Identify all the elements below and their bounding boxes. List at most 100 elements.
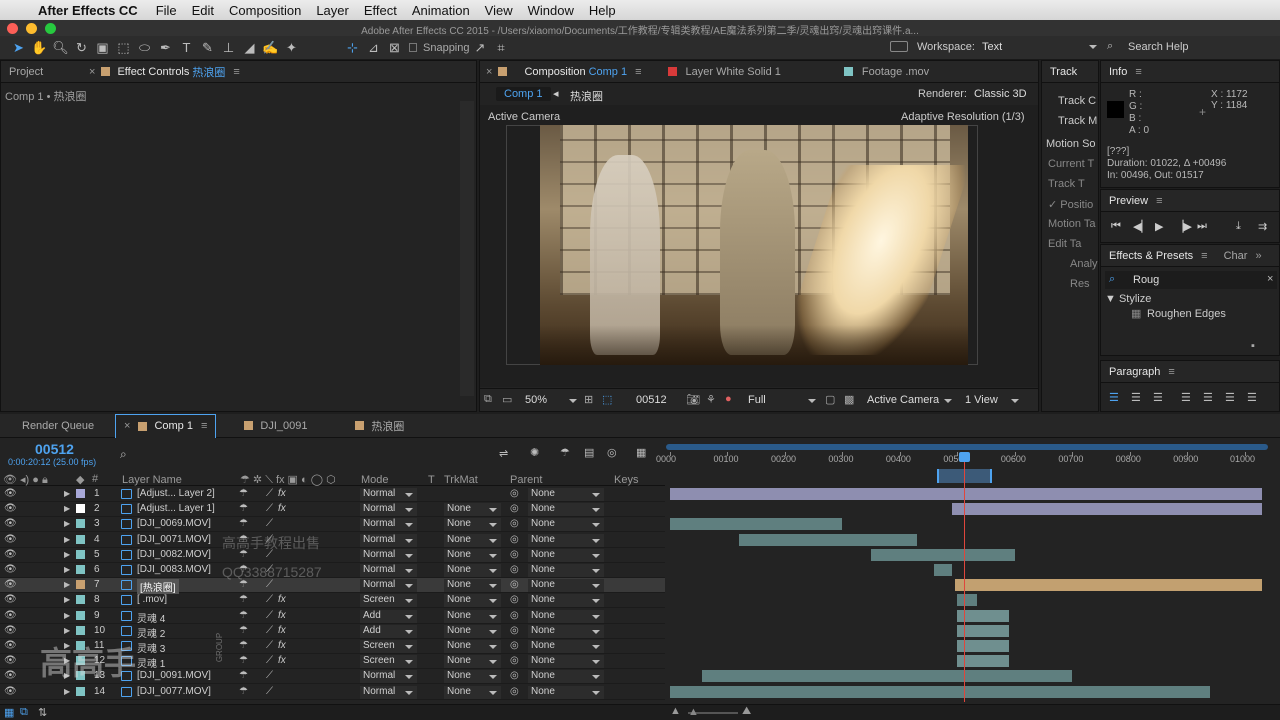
pickwhip-icon[interactable]: ◎ xyxy=(510,610,519,621)
visibility-eye-icon[interactable]: 👁︎ xyxy=(4,640,17,651)
shy-switch-icon[interactable]: ☂ xyxy=(239,670,248,681)
layer-duration-bar[interactable] xyxy=(871,548,1015,561)
blend-mode-select[interactable]: Normal xyxy=(360,670,417,684)
parent-select[interactable]: None xyxy=(528,655,604,669)
tab-preview[interactable]: Preview ≡ xyxy=(1101,190,1171,211)
parent-select[interactable]: None xyxy=(528,533,604,547)
visibility-eye-icon[interactable]: 👁︎ xyxy=(4,655,17,666)
layer-row[interactable]: 👁︎ ▶ 6 [DJI_0083.MOV] ☂ ⟋ Normal None ◎ … xyxy=(0,563,665,578)
layer-label-color[interactable] xyxy=(76,504,85,514)
tracker-item-8[interactable]: Analy xyxy=(1070,258,1098,270)
tab-effects-presets[interactable]: Effects & Presets ≡ xyxy=(1101,245,1216,266)
always-preview-icon[interactable]: ⧉ xyxy=(484,393,492,406)
quality-switch-icon[interactable]: ⟋ xyxy=(266,503,273,514)
close-tab-icon[interactable]: × xyxy=(124,420,130,432)
puppet-tool-icon[interactable]: ✦ xyxy=(281,39,302,57)
safe-zones-icon[interactable]: ⊞ xyxy=(584,393,593,406)
layer-duration-bar[interactable] xyxy=(957,594,978,607)
layer-row[interactable]: 👁︎ ▶ 3 [DJI_0069.MOV] ☂ ⟋ Normal None ◎ … xyxy=(0,517,665,533)
layer-label-color[interactable] xyxy=(76,610,85,620)
workspace-icon[interactable] xyxy=(890,41,908,52)
pan-behind-tool-icon[interactable]: ⬚ xyxy=(113,39,134,57)
pickwhip-icon[interactable]: ◎ xyxy=(510,640,519,651)
expand-arrow-icon[interactable]: ▶ xyxy=(64,519,70,528)
parent-select[interactable]: None xyxy=(528,488,604,501)
layer-row[interactable]: 👁︎ ▶ 8 [ .mov] ☂ ⟋ fx Screen None ◎ None xyxy=(0,593,665,609)
layer-label-color[interactable] xyxy=(76,549,85,559)
justify-center-icon[interactable]: ☰ xyxy=(1203,391,1213,404)
last-frame-icon[interactable]: ⏭ xyxy=(1197,220,1207,233)
effects-search-field[interactable]: ⌕ Roug × xyxy=(1105,271,1277,289)
layer-duration-bar[interactable] xyxy=(670,488,1262,500)
menu-help[interactable]: Help xyxy=(589,3,616,18)
layer-name[interactable]: 灵魂 1 xyxy=(137,655,165,670)
menu-animation[interactable]: Animation xyxy=(412,3,470,18)
layer-row[interactable]: 👁︎ ▶ 2 [Adjust... Layer 1] ☂ ⟋ fx Normal… xyxy=(0,502,665,518)
loop-icon[interactable]: ⇉ xyxy=(1258,220,1267,233)
trkmat-select[interactable]: None xyxy=(444,594,501,608)
view-axis-icon[interactable]: ⊠ xyxy=(384,39,405,57)
parent-select[interactable]: None xyxy=(528,609,604,623)
tab-paragraph[interactable]: Paragraph ≡ xyxy=(1101,361,1183,382)
zoom-in-icon[interactable]: ⛰ xyxy=(742,705,751,718)
trkmat-select[interactable]: None xyxy=(444,564,501,577)
visibility-eye-icon[interactable]: 👁︎ xyxy=(4,564,17,575)
quality-switch-icon[interactable]: ⟋ xyxy=(266,610,273,621)
renderer-value[interactable]: Classic 3D xyxy=(974,88,1027,100)
blend-mode-select[interactable]: Normal xyxy=(360,518,417,532)
tab-composition[interactable]: Composition Comp 1 ≡ xyxy=(514,61,649,82)
views-dropdown-icon[interactable] xyxy=(1011,399,1019,403)
clear-search-icon[interactable]: × xyxy=(1267,273,1273,285)
snapshot-icon[interactable]: 📷︎ xyxy=(686,393,700,406)
panel-menu-icon[interactable]: ≡ xyxy=(1156,195,1162,207)
views-select[interactable]: 1 View xyxy=(965,394,998,406)
quality-switch-icon[interactable]: ⟋ xyxy=(266,670,273,681)
ellipse-tool-icon[interactable]: ⬭ xyxy=(134,39,155,57)
current-time-indicator[interactable] xyxy=(964,452,966,702)
effect-switch[interactable]: fx xyxy=(278,625,286,636)
layer-label-color[interactable] xyxy=(76,595,85,605)
parent-select[interactable]: None xyxy=(528,594,604,608)
pickwhip-icon[interactable]: ◎ xyxy=(510,534,519,545)
layer-row[interactable]: 👁︎ ▶ 7 [热浪圈] ☂ ⟋ Normal None ◎ None xyxy=(0,578,665,595)
play-icon[interactable]: ▶ xyxy=(1155,220,1163,233)
more-tabs-icon[interactable]: » xyxy=(1255,250,1261,262)
zoom-out-icon[interactable]: ▲ xyxy=(670,705,681,717)
effects-search-input[interactable]: Roug xyxy=(1133,274,1159,286)
menu-view[interactable]: View xyxy=(485,3,513,18)
blend-mode-select[interactable]: Screen xyxy=(360,640,417,653)
layer-name[interactable]: [DJI_0077.MOV] xyxy=(137,686,211,697)
blend-mode-select[interactable]: Normal xyxy=(360,503,417,517)
justify-right-icon[interactable]: ☰ xyxy=(1225,391,1235,404)
quality-switch-icon[interactable]: ⟋ xyxy=(266,488,273,499)
camera-dropdown-icon[interactable] xyxy=(944,399,952,403)
pickwhip-icon[interactable]: ◎ xyxy=(510,488,519,499)
hand-tool-icon[interactable]: ✋ xyxy=(29,39,50,57)
pickwhip-icon[interactable]: ◎ xyxy=(510,503,519,514)
effect-switch[interactable]: fx xyxy=(278,655,286,666)
quality-switch-icon[interactable]: ⟋ xyxy=(266,686,273,697)
workspace-dropdown-icon[interactable] xyxy=(1089,45,1097,49)
trkmat-select[interactable]: None xyxy=(444,579,501,593)
layer-duration-bar[interactable] xyxy=(701,670,1073,683)
trkmat-select[interactable]: None xyxy=(444,503,501,517)
eraser-tool-icon[interactable]: ◢ xyxy=(239,39,260,57)
trkmat-select[interactable]: None xyxy=(444,533,501,547)
comp-mini-flowchart-icon[interactable]: ⇌ xyxy=(499,447,508,460)
visibility-eye-icon[interactable]: 👁︎ xyxy=(4,686,17,697)
trkmat-select[interactable]: None xyxy=(444,640,501,653)
pickwhip-icon[interactable]: ◎ xyxy=(510,564,519,575)
visibility-eye-icon[interactable]: 👁︎ xyxy=(4,670,17,681)
shy-switch-icon[interactable]: ☂ xyxy=(239,518,248,529)
tracker-item-3[interactable]: Current T xyxy=(1048,158,1094,170)
layer-name[interactable]: [DJI_0071.MOV] xyxy=(137,534,211,545)
zoom-slider-thumb[interactable]: ▲ xyxy=(688,706,699,718)
snap-edge-icon[interactable]: ↗ xyxy=(470,39,491,57)
shy-layers-icon[interactable]: ☂ xyxy=(560,446,570,459)
justify-all-icon[interactable]: ☰ xyxy=(1247,391,1257,404)
expand-arrow-icon[interactable]: ▶ xyxy=(64,550,70,559)
layer-duration-bar[interactable] xyxy=(955,579,1262,592)
toggle-switches-icon[interactable]: ▦ xyxy=(4,706,14,719)
selection-tool-icon[interactable]: ➤ xyxy=(8,39,29,57)
local-axis-icon[interactable]: ⊹ xyxy=(342,39,363,57)
